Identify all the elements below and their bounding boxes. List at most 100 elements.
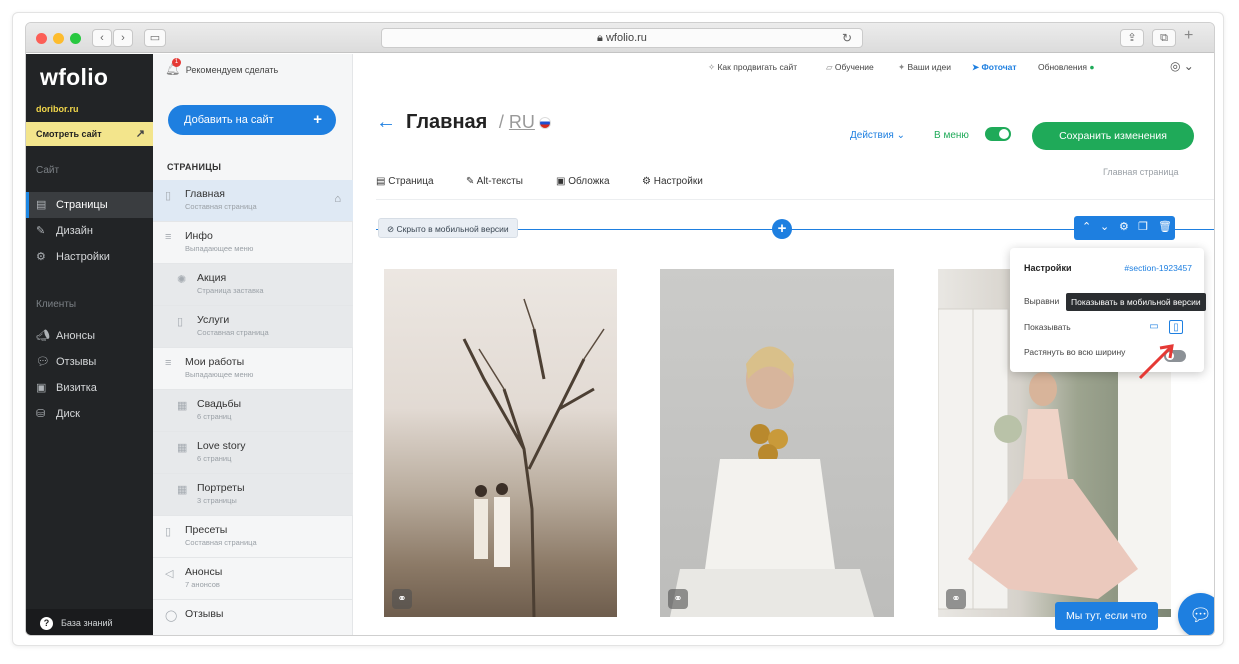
link-icon[interactable]: ⚭ [392,589,412,609]
link-icon[interactable]: ⚭ [668,589,688,609]
reload-icon[interactable]: ↻ [842,29,852,47]
help-callout[interactable]: Мы тут, если что [1055,602,1158,630]
hidden-on-mobile-badge[interactable]: ⊘ Скрыто в мобильной версии [378,218,518,238]
sidebar-item-label: Диск [56,408,80,420]
in-menu-toggle[interactable] [985,127,1011,141]
add-section-button[interactable]: + [772,219,792,239]
home-icon: ⌂ [334,193,341,205]
gallery-icon: ▦ [177,484,188,496]
page-title: Акция [197,272,227,284]
sidebar-item-disk[interactable]: ⛁ Диск [26,401,153,427]
forward-icon[interactable]: › [113,29,133,47]
move-up-icon[interactable]: ⌃ [1082,220,1091,233]
page-item-promo[interactable]: ✺ Акция Страница заставка [153,264,353,306]
address-bar[interactable]: 🔒︎ wfolio.ru ↻ [381,28,863,48]
page-title: Инфо [185,230,213,242]
bell-icon: 🔔︎ 1 [165,58,181,76]
duplicate-icon[interactable]: ❐ [1138,220,1148,233]
page-item-weddings[interactable]: ▦ Свадьбы 6 страниц [153,390,353,432]
page-item-info[interactable]: ≡ Инфо Выпадающее меню [153,222,353,264]
photochat-link[interactable]: ➤ Фоточат [972,62,1017,73]
gallery-photo-1[interactable]: ⚭ [384,269,617,617]
view-site-button[interactable]: Смотреть сайт ↗ [26,122,153,146]
link-icon[interactable]: ⚭ [946,589,966,609]
page-item-presets[interactable]: ▯ Пресеты Составная страница [153,516,353,558]
gear-icon: ⚙ [642,176,654,187]
page-subtitle: 3 страницы [197,496,237,505]
tab-label: Обложка [568,176,610,187]
sidebar-item-reviews[interactable]: 💬︎ Отзывы [26,349,153,375]
move-down-icon[interactable]: ⌄ [1100,220,1109,233]
splash-icon: ✺ [177,274,187,286]
page-subtitle: Составная страница [185,538,257,547]
close-window-button[interactable] [36,33,47,44]
section-id-link[interactable]: #section-1923457 [1124,263,1192,273]
learning-link[interactable]: ▱ Обучение [826,62,874,73]
ideas-link[interactable]: ✦ Ваши идеи [898,62,951,73]
page-subtitle: 6 страниц [197,412,232,421]
pages-panel: 🔔︎ 1 Рекомендуем сделать Добавить на сайт… [153,54,353,635]
page-item-reviews[interactable]: ◯ Отзывы [153,600,353,635]
page-title: Портреты [197,482,245,494]
admin-sidebar: wfolio doribor.ru Смотреть сайт ↗ Сайт ▤… [26,54,153,635]
tabs-overview-icon[interactable]: ⧉ [1152,29,1176,47]
language-code: RU [508,112,535,132]
trash-icon[interactable]: 🗑︎ [1158,220,1172,233]
sidebar-item-business-card[interactable]: ▣ Визитка [26,375,153,401]
add-to-site-button[interactable]: Добавить на сайт + [168,105,336,135]
updates-label: Обновления [1038,62,1087,72]
knowledge-base-link[interactable]: ? База знаний [26,609,153,635]
menu-icon: ≡ [165,357,172,369]
page-title: Love story [197,440,246,452]
user-account-icon[interactable]: ◎ ⌄ [1170,59,1194,73]
back-icon[interactable]: ‹ [92,29,112,47]
promote-link[interactable]: ✧ Как продвигать сайт [708,62,797,73]
sidebar-item-label: Страницы [56,199,108,211]
tab-settings[interactable]: ⚙ Настройки [642,176,703,187]
gallery-photo-2[interactable]: ⚭ [660,269,894,617]
back-arrow-icon[interactable]: ← [376,111,396,133]
desktop-icon[interactable]: ▭ [1147,320,1161,334]
actions-dropdown[interactable]: Действия ⌄ [850,130,905,141]
page-item-home[interactable]: ▯ Главная Составная страница ⌂ [153,180,353,222]
learning-label: Обучение [834,62,874,72]
sidebar-toggle-icon[interactable]: ▭ [144,29,166,47]
recommend-link[interactable]: 🔔︎ 1 Рекомендуем сделать [165,58,278,76]
tab-cover[interactable]: ▣ Обложка [556,176,610,187]
updates-link[interactable]: Обновления ● [1038,62,1094,72]
ideas-label: Ваши идеи [907,62,951,72]
page-item-my-works[interactable]: ≡ Мои работы Выпадающее меню [153,348,353,390]
align-label: Выравни [1024,296,1060,306]
brush-icon: ✎ [36,225,46,237]
sidebar-item-design[interactable]: ✎ Дизайн [26,218,153,244]
page-title-header: ← Главная / RU [376,111,551,134]
show-label: Показывать [1024,322,1071,332]
share-icon[interactable]: ⇪ [1120,29,1144,47]
page-item-announcements[interactable]: ◁ Анонсы 7 анонсов [153,558,353,600]
page-subtitle: Страница заставка [197,286,264,295]
maximize-window-button[interactable] [70,33,81,44]
sidebar-item-label: Анонсы [56,330,96,342]
sidebar-item-settings[interactable]: ⚙ Настройки [26,244,153,270]
logo[interactable]: wfolio [40,64,108,91]
tab-alt-texts[interactable]: ✎ Alt-тексты [466,176,523,187]
page-icon: ▯ [165,190,172,202]
page-item-portraits[interactable]: ▦ Портреты 3 страницы [153,474,353,516]
sidebar-item-announcements[interactable]: 📣︎ Анонсы [26,323,153,349]
tab-page[interactable]: ▤ Страница [376,176,434,187]
save-changes-button[interactable]: Сохранить изменения [1032,122,1194,150]
sidebar-item-pages[interactable]: ▤ Страницы [26,192,153,218]
minimize-window-button[interactable] [53,33,64,44]
language-switch[interactable]: / RU [499,112,551,132]
page-item-love-story[interactable]: ▦ Love story 6 страниц [153,432,353,474]
mobile-icon[interactable]: ▯ [1169,320,1183,334]
gear-icon[interactable]: ⚙ [1119,220,1129,233]
chat-icon[interactable]: 💬︎ [1178,593,1214,635]
page-subtitle: 6 страниц [197,454,232,463]
section-toolbar: ⌃ ⌄ ⚙ ❐ 🗑︎ [1074,216,1175,240]
updates-dot: ● [1086,62,1095,72]
page-item-services[interactable]: ▯ Услуги Составная страница [153,306,353,348]
photochat-label: Фоточат [981,62,1017,72]
sidebar-item-label: Визитка [56,382,97,394]
new-tab-icon[interactable]: + [1184,27,1193,45]
